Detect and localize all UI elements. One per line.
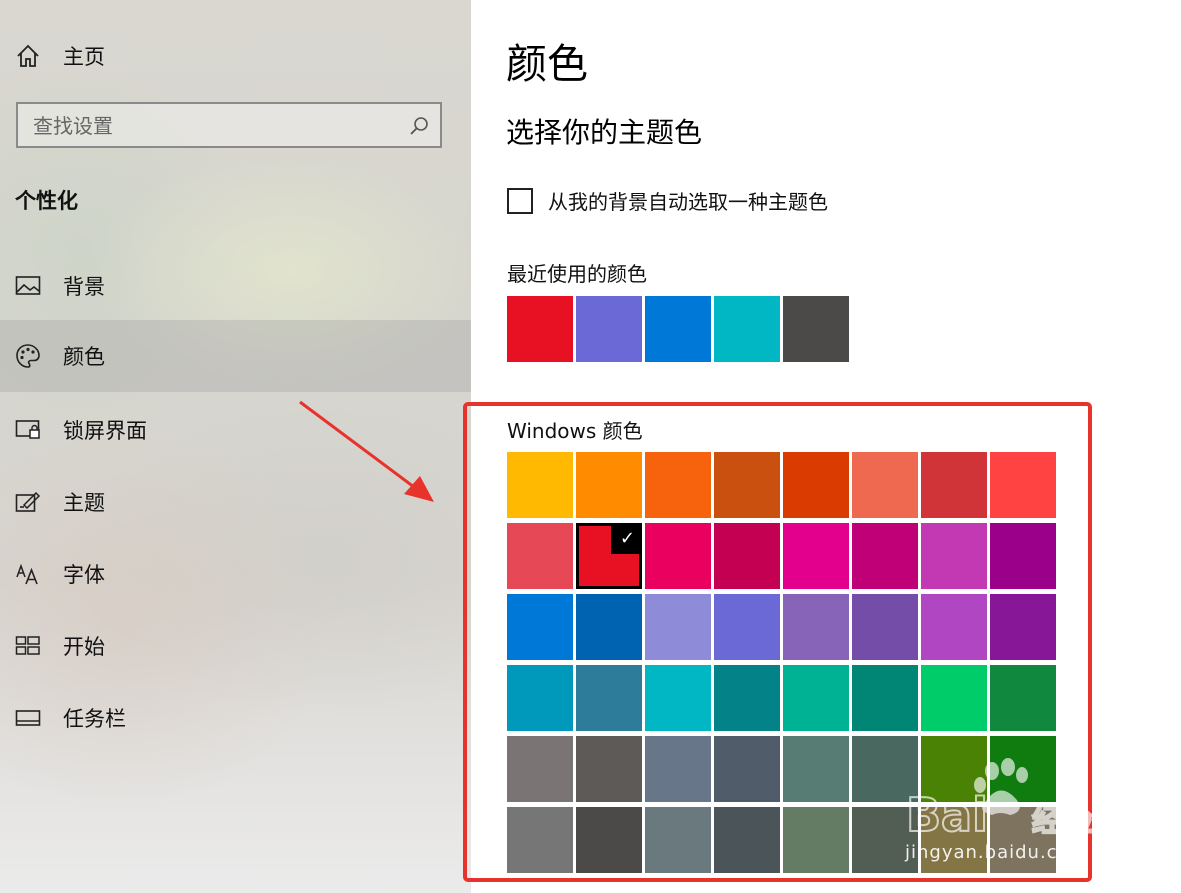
taskbar-icon (14, 704, 42, 732)
sidebar-item-start[interactable]: 开始 (0, 616, 471, 676)
windows-color-swatch[interactable] (921, 594, 987, 660)
sidebar-item-colors[interactable]: 颜色 (0, 320, 471, 392)
windows-color-swatch[interactable] (645, 594, 711, 660)
windows-color-swatch[interactable] (783, 594, 849, 660)
picture-icon (14, 272, 42, 300)
windows-color-swatch[interactable] (507, 736, 573, 802)
auto-pick-option[interactable]: 从我的背景自动选取一种主题色 (507, 186, 828, 215)
sidebar-item-label: 字体 (63, 563, 105, 587)
start-icon (14, 632, 42, 660)
section-title: 个性化 (15, 189, 78, 213)
recent-colors-label: 最近使用的颜色 (507, 262, 647, 286)
windows-color-swatch[interactable] (507, 452, 573, 518)
nav-home-label: 主页 (63, 45, 105, 69)
windows-color-swatch[interactable] (576, 594, 642, 660)
windows-color-swatch[interactable] (783, 736, 849, 802)
windows-color-swatch[interactable] (507, 523, 573, 589)
windows-color-swatch[interactable] (576, 736, 642, 802)
page-title: 颜色 (506, 40, 588, 88)
sidebar-item-fonts[interactable]: 字体 (0, 544, 471, 604)
recent-color-swatch[interactable] (507, 296, 573, 362)
windows-color-swatch[interactable] (576, 452, 642, 518)
recent-color-swatch[interactable] (783, 296, 849, 362)
windows-color-swatch[interactable] (576, 665, 642, 731)
windows-color-swatch[interactable] (714, 594, 780, 660)
section-subtitle: 选择你的主题色 (506, 116, 703, 149)
windows-color-swatch[interactable] (576, 807, 642, 873)
windows-color-swatch[interactable] (645, 665, 711, 731)
svg-text:Bai: Bai (906, 788, 988, 842)
windows-color-swatch[interactable] (852, 594, 918, 660)
annotation-arrow-icon (299, 400, 434, 502)
windows-color-swatch[interactable] (852, 452, 918, 518)
sidebar-item-taskbar[interactable]: 任务栏 (0, 688, 471, 748)
lock-screen-icon (14, 416, 42, 444)
recent-color-swatch[interactable] (714, 296, 780, 362)
windows-color-swatch[interactable] (921, 452, 987, 518)
checkmark-icon: ✓ (619, 528, 635, 549)
search-box[interactable] (16, 102, 442, 148)
search-icon[interactable] (408, 115, 430, 137)
windows-color-swatch[interactable] (645, 523, 711, 589)
windows-color-swatch[interactable] (507, 665, 573, 731)
windows-color-swatch[interactable] (921, 523, 987, 589)
font-icon (14, 560, 42, 588)
windows-color-swatch[interactable] (783, 665, 849, 731)
recent-color-swatch[interactable] (576, 296, 642, 362)
windows-color-swatch[interactable] (783, 523, 849, 589)
sidebar-item-label: 任务栏 (63, 707, 126, 731)
windows-color-swatch[interactable] (714, 452, 780, 518)
sidebar-item-label: 锁屏界面 (63, 419, 147, 443)
windows-color-swatch[interactable] (645, 452, 711, 518)
recent-color-swatch[interactable] (645, 296, 711, 362)
watermark-url: jingyan.baidu.com (905, 842, 1089, 863)
windows-color-swatch[interactable] (645, 736, 711, 802)
sidebar-item-background[interactable]: 背景 (0, 256, 471, 316)
windows-color-swatch[interactable] (783, 452, 849, 518)
windows-color-swatch[interactable] (714, 665, 780, 731)
windows-color-swatch[interactable] (852, 665, 918, 731)
windows-color-swatch[interactable] (921, 665, 987, 731)
windows-color-swatch-selected[interactable]: ✓ (576, 523, 642, 589)
auto-pick-checkbox[interactable] (507, 187, 533, 214)
windows-color-swatch[interactable] (990, 452, 1056, 518)
windows-color-swatch[interactable] (714, 523, 780, 589)
windows-color-swatch[interactable] (714, 736, 780, 802)
windows-color-swatch[interactable] (783, 807, 849, 873)
sidebar-item-label: 主题 (63, 491, 105, 515)
sidebar-item-label: 颜色 (63, 345, 105, 369)
nav-home[interactable]: 主页 (0, 26, 471, 86)
svg-text:经验: 经验 (1032, 804, 1092, 839)
windows-color-swatch[interactable] (852, 523, 918, 589)
home-icon (14, 42, 42, 70)
windows-color-swatch[interactable] (990, 523, 1056, 589)
windows-color-swatch[interactable] (507, 807, 573, 873)
windows-color-swatch[interactable] (990, 665, 1056, 731)
windows-color-swatch[interactable] (645, 807, 711, 873)
theme-icon (14, 488, 42, 516)
sidebar-item-label: 开始 (63, 635, 105, 659)
windows-color-swatch[interactable] (714, 807, 780, 873)
recent-colors (507, 296, 849, 362)
sidebar-item-label: 背景 (63, 275, 105, 299)
auto-pick-label: 从我的背景自动选取一种主题色 (548, 190, 828, 214)
windows-color-swatch[interactable] (507, 594, 573, 660)
windows-color-swatch[interactable] (990, 594, 1056, 660)
windows-colors-label: Windows 颜色 (507, 419, 643, 443)
baidu-watermark-logo: Bai 经验 (905, 758, 1093, 843)
palette-icon (14, 342, 42, 370)
search-input[interactable] (18, 104, 395, 148)
